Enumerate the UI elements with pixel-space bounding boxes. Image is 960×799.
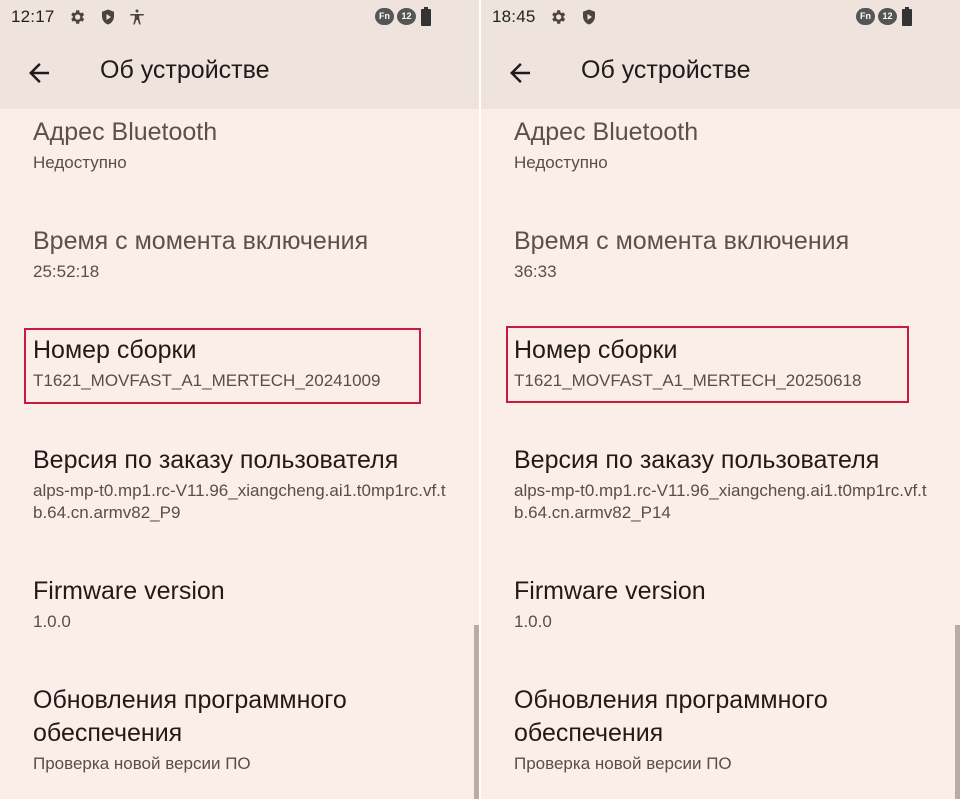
shield-icon <box>583 9 595 25</box>
list-item-build-number[interactable]: Номер сборки T1621_MOVFAST_A1_MERTECH_20… <box>514 334 940 392</box>
app-bar: Об устройстве <box>481 34 960 109</box>
list-item-firmware[interactable]: Firmware version 1.0.0 <box>514 575 940 633</box>
page-title: Об устройстве <box>581 56 751 84</box>
list-item-firmware[interactable]: Firmware version 1.0.0 <box>33 575 459 633</box>
item-subtitle: 1.0.0 <box>514 612 552 631</box>
list-item-bluetooth[interactable]: Адрес Bluetooth Недоступно <box>514 116 940 174</box>
item-title: Версия по заказу пользователя <box>33 446 399 474</box>
battery-icon <box>902 7 912 26</box>
item-subtitle: T1621_MOVFAST_A1_MERTECH_20241009 <box>33 371 381 390</box>
status-time: 18:45 <box>492 7 536 26</box>
item-title: Номер сборки <box>514 336 678 364</box>
fn-badge: Fn <box>375 8 394 25</box>
list-item-uptime[interactable]: Время с момента включения 25:52:18 <box>33 225 459 283</box>
phone-screen-right: 18:45 Fn 12 Об устройстве Адрес Bluetoot… <box>481 0 960 799</box>
back-arrow-icon[interactable] <box>505 58 535 88</box>
page-title: Об устройстве <box>100 56 270 84</box>
accessibility-icon <box>130 9 144 25</box>
status-right-icons: Fn 12 <box>375 7 445 27</box>
app-bar: Об устройстве <box>0 34 479 109</box>
gear-icon <box>71 10 85 24</box>
list-item-custom-version[interactable]: Версия по заказу пользователя alps-mp-t0… <box>33 444 459 524</box>
item-title: Версия по заказу пользователя <box>514 446 880 474</box>
fn-badge: Fn <box>856 8 875 25</box>
gear-icon <box>552 10 566 24</box>
item-title: Обновления программного обеспечения <box>33 686 347 747</box>
list-item-software-update[interactable]: Обновления программного обеспечения Пров… <box>33 684 419 775</box>
shield-icon <box>102 9 114 25</box>
list-item-bluetooth[interactable]: Адрес Bluetooth Недоступно <box>33 116 459 174</box>
item-subtitle: Недоступно <box>514 153 608 172</box>
item-title: Адрес Bluetooth <box>33 118 218 146</box>
list-item-build-number[interactable]: Номер сборки T1621_MOVFAST_A1_MERTECH_20… <box>33 334 459 392</box>
item-title: Номер сборки <box>33 336 197 364</box>
item-subtitle: 1.0.0 <box>33 612 71 631</box>
sim-badge: 12 <box>878 8 897 25</box>
item-subtitle: alps-mp-t0.mp1.rc-V11.96_xiangcheng.ai1.… <box>514 481 927 522</box>
item-title: Время с момента включения <box>33 227 369 255</box>
item-subtitle: Недоступно <box>33 153 127 172</box>
item-subtitle: 25:52:18 <box>33 262 100 281</box>
item-title: Обновления программного обеспечения <box>514 686 828 747</box>
status-bar: 12:17 Fn 12 <box>0 0 479 34</box>
list-item-software-update[interactable]: Обновления программного обеспечения Пров… <box>514 684 900 775</box>
status-bar: 18:45 Fn 12 <box>481 0 960 34</box>
battery-icon <box>421 7 431 26</box>
status-right-icons: Fn 12 <box>856 7 926 27</box>
item-subtitle: Проверка новой версии ПО <box>514 754 732 773</box>
scrollbar[interactable] <box>955 625 960 799</box>
item-subtitle: Проверка новой версии ПО <box>33 754 251 773</box>
back-arrow-icon[interactable] <box>24 58 54 88</box>
item-title: Firmware version <box>33 577 225 605</box>
sim-badge: 12 <box>397 8 416 25</box>
item-title: Firmware version <box>514 577 706 605</box>
list-item-custom-version[interactable]: Версия по заказу пользователя alps-mp-t0… <box>514 444 940 524</box>
list-item-uptime[interactable]: Время с момента включения 36:33 <box>514 225 940 283</box>
item-title: Адрес Bluetooth <box>514 118 699 146</box>
phone-screen-left: 12:17 Fn 12 Об устройстве Адрес Bluetoot… <box>0 0 479 799</box>
status-time: 12:17 <box>11 7 55 26</box>
item-title: Время с момента включения <box>514 227 850 255</box>
item-subtitle: T1621_MOVFAST_A1_MERTECH_20250618 <box>514 371 862 390</box>
item-subtitle: alps-mp-t0.mp1.rc-V11.96_xiangcheng.ai1.… <box>33 481 446 522</box>
item-subtitle: 36:33 <box>514 262 557 281</box>
